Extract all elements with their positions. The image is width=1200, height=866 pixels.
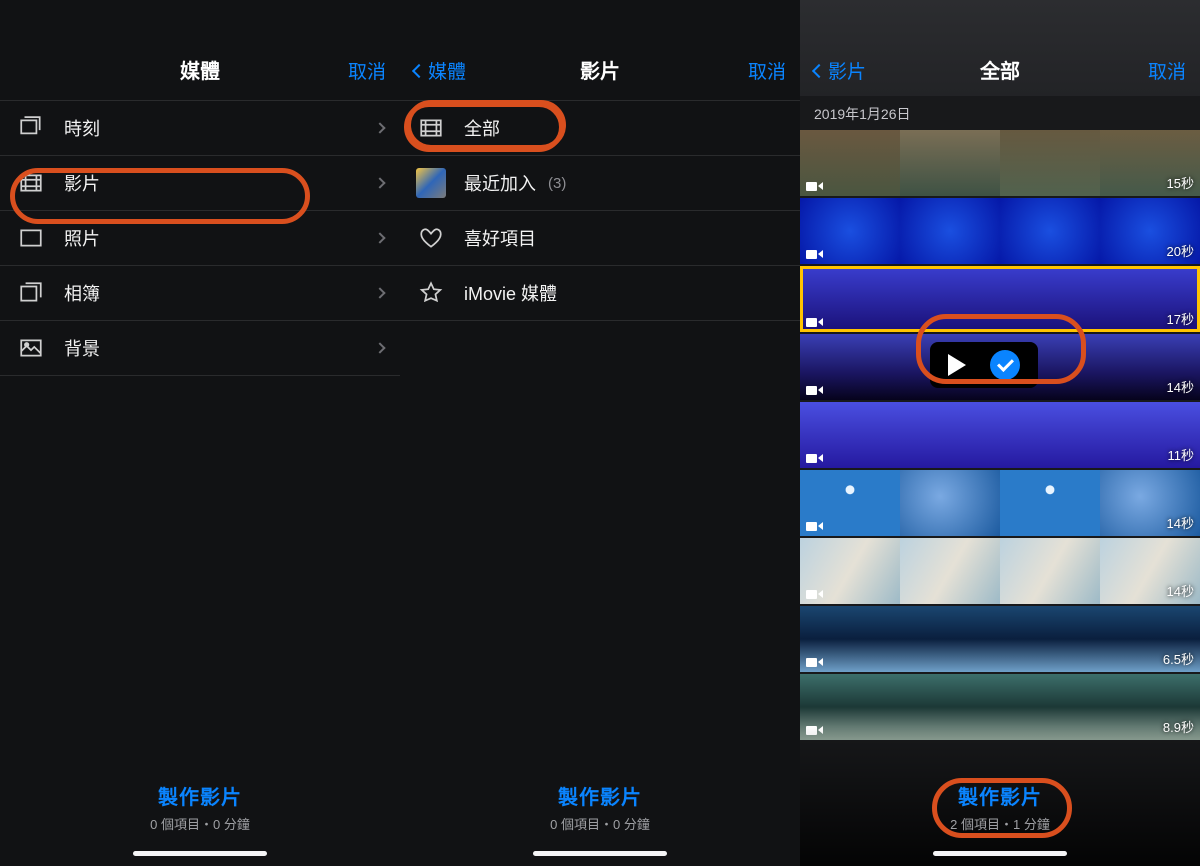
row-label: 相簿 — [64, 280, 100, 306]
selection-popup — [930, 342, 1038, 388]
video-clip[interactable]: 8.9秒 — [800, 674, 1200, 740]
row-label: 照片 — [64, 225, 100, 251]
video-camera-icon — [806, 384, 824, 396]
row-label: 最近加入 — [464, 170, 536, 196]
video-clip[interactable]: 14秒 — [800, 470, 1200, 536]
row-label: iMovie 媒體 — [464, 280, 557, 306]
clip-duration: 17秒 — [1167, 309, 1194, 328]
list-row-star[interactable]: iMovie 媒體 — [400, 266, 800, 321]
clip-duration: 20秒 — [1167, 241, 1194, 260]
nav-bar: 媒體 影片 取消 — [400, 0, 800, 96]
footer-subtitle: 2 個項目・1 分鐘 — [800, 814, 1200, 833]
chevron-left-icon — [412, 63, 426, 77]
create-movie-button[interactable]: 製作影片 — [800, 781, 1200, 810]
heart-icon — [416, 223, 446, 253]
footer: 製作影片 0 個項目・0 分鐘 — [0, 781, 400, 856]
row-count: (3) — [548, 175, 566, 192]
video-clip[interactable]: 15秒 — [800, 130, 1200, 196]
cancel-button[interactable]: 取消 — [348, 57, 386, 84]
nav-title: 影片 — [580, 61, 620, 83]
video-camera-icon — [806, 588, 824, 600]
chevron-right-icon — [374, 232, 385, 243]
chevron-right-icon — [374, 287, 385, 298]
footer-subtitle: 0 個項目・0 分鐘 — [400, 814, 800, 833]
back-button[interactable]: 影片 — [814, 57, 866, 84]
video-clip[interactable]: 14秒 — [800, 334, 1200, 400]
footer: 製作影片 2 個項目・1 分鐘 — [800, 781, 1200, 856]
clip-duration: 14秒 — [1167, 377, 1194, 396]
play-icon[interactable] — [948, 354, 966, 376]
list-row-video[interactable]: 影片 — [0, 156, 400, 211]
moments-icon — [16, 113, 46, 143]
footer: 製作影片 0 個項目・0 分鐘 — [400, 781, 800, 856]
list-row-video[interactable]: 全部 — [400, 101, 800, 156]
video-camera-icon — [806, 452, 824, 464]
list-row-album[interactable]: 相簿 — [0, 266, 400, 321]
video-camera-icon — [806, 724, 824, 736]
select-check-icon[interactable] — [990, 350, 1020, 380]
list-row-bg[interactable]: 背景 — [0, 321, 400, 376]
home-indicator — [133, 851, 267, 856]
row-label: 背景 — [64, 335, 100, 361]
chevron-right-icon — [374, 177, 385, 188]
back-label: 媒體 — [428, 57, 466, 84]
thumbnail-icon — [416, 168, 446, 198]
home-indicator — [533, 851, 667, 856]
media-list: 時刻影片照片相簿背景 — [0, 100, 400, 376]
panel-videos: 媒體 影片 取消 全部最近加入 (3) 喜好項目 iMovie 媒體 製作影片 0 個… — [400, 0, 800, 866]
star-icon — [416, 278, 446, 308]
video-camera-icon — [806, 520, 824, 532]
back-button[interactable]: 媒體 — [414, 57, 466, 84]
nav-bar: 媒體 取消 — [0, 0, 400, 96]
create-movie-button[interactable]: 製作影片 — [0, 781, 400, 810]
row-label: 喜好項目 — [464, 225, 536, 251]
chevron-left-icon — [812, 63, 826, 77]
row-label: 時刻 — [64, 115, 100, 141]
row-label: 影片 — [64, 170, 100, 196]
back-label: 影片 — [828, 57, 866, 84]
list-row-moments[interactable]: 時刻 — [0, 101, 400, 156]
footer-subtitle: 0 個項目・0 分鐘 — [0, 814, 400, 833]
row-label: 全部 — [464, 115, 500, 141]
panel-all-videos: 影片 全部 取消 2019年1月26日 15秒 20秒 17秒 14秒 11秒 14秒 14… — [800, 0, 1200, 866]
clip-duration: 8.9秒 — [1163, 717, 1194, 736]
home-indicator — [933, 851, 1067, 856]
album-icon — [16, 278, 46, 308]
clip-duration: 11秒 — [1168, 445, 1195, 464]
list-row-thumb[interactable]: 最近加入 (3) — [400, 156, 800, 211]
clip-duration: 14秒 — [1167, 581, 1194, 600]
video-clip[interactable]: 11秒 — [800, 402, 1200, 468]
video-clips-list: 15秒 20秒 17秒 14秒 11秒 14秒 14秒 6.5秒 8.9秒 — [800, 130, 1200, 740]
nav-bar: 影片 全部 取消 — [800, 0, 1200, 96]
video-icon — [416, 113, 446, 143]
video-camera-icon — [806, 180, 824, 192]
nav-title: 全部 — [980, 61, 1020, 83]
chevron-right-icon — [374, 342, 385, 353]
cancel-button[interactable]: 取消 — [1148, 57, 1186, 84]
cancel-button[interactable]: 取消 — [748, 57, 786, 84]
video-camera-icon — [806, 656, 824, 668]
list-row-photo[interactable]: 照片 — [0, 211, 400, 266]
nav-title: 媒體 — [180, 61, 220, 83]
clip-duration: 15秒 — [1167, 173, 1194, 192]
video-clip[interactable]: 6.5秒 — [800, 606, 1200, 672]
chevron-right-icon — [374, 122, 385, 133]
photo-icon — [16, 223, 46, 253]
panel-media: 媒體 取消 時刻影片照片相簿背景 製作影片 0 個項目・0 分鐘 — [0, 0, 400, 866]
video-icon — [16, 168, 46, 198]
clip-duration: 6.5秒 — [1163, 649, 1194, 668]
video-camera-icon — [806, 248, 824, 260]
video-categories-list: 全部最近加入 (3) 喜好項目 iMovie 媒體 — [400, 100, 800, 321]
bg-icon — [16, 333, 46, 363]
create-movie-button[interactable]: 製作影片 — [400, 781, 800, 810]
list-row-heart[interactable]: 喜好項目 — [400, 211, 800, 266]
video-clip[interactable]: 17秒 — [800, 266, 1200, 332]
video-clip[interactable]: 14秒 — [800, 538, 1200, 604]
date-header: 2019年1月26日 — [800, 96, 1200, 130]
clip-duration: 14秒 — [1167, 513, 1194, 532]
video-camera-icon — [806, 316, 824, 328]
video-clip[interactable]: 20秒 — [800, 198, 1200, 264]
